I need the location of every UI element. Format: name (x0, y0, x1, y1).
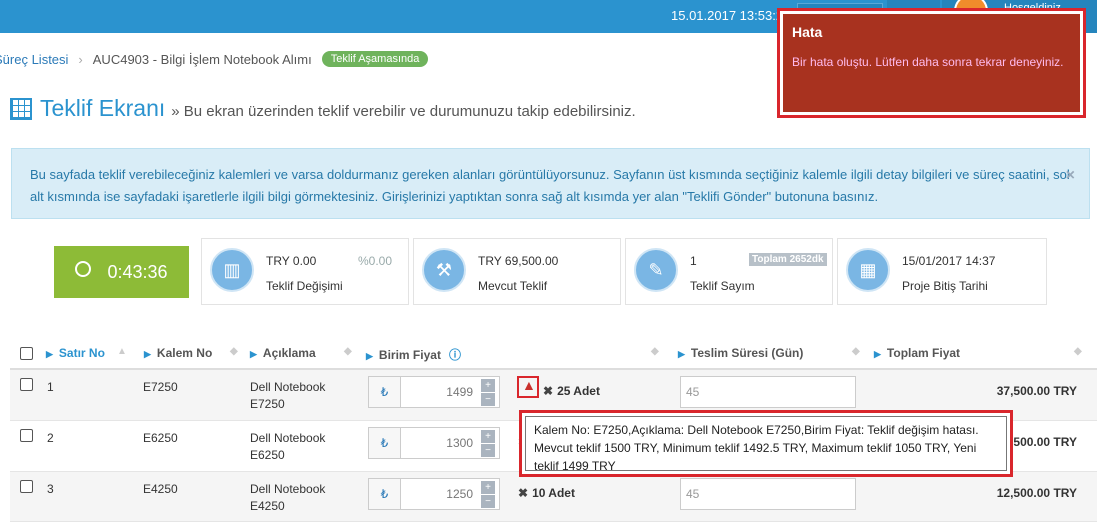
info-alert: Bu sayfada teklif verebileceğiniz kaleml… (11, 148, 1090, 219)
select-all-checkbox[interactable] (20, 347, 33, 360)
page-title: Teklif Ekranı (40, 95, 166, 121)
close-icon[interactable]: × (1066, 165, 1075, 187)
unit-price-value: 1250 (446, 487, 473, 501)
sort-asc-icon: ▲ (117, 346, 127, 357)
description: Dell Notebook (250, 482, 326, 496)
col-header-delivery[interactable]: ▶ Teslim Süresi (Gün) (678, 346, 803, 360)
lira-icon: ₺ (369, 428, 401, 458)
lira-icon: ₺ (369, 377, 401, 407)
sort-icon: ◆ (1074, 346, 1082, 357)
sort-icon: ◆ (651, 346, 659, 357)
unit-price-value: 1499 (446, 385, 473, 399)
table-header: ▶ Satır No ▲ ▶ Kalem No ◆ ▶ Açıklama ◆ ▶ Bir… (10, 336, 1097, 370)
total-price: 12,500.00 TRY (996, 486, 1077, 500)
col-header-item-no[interactable]: ▶ Kalem No (144, 346, 212, 360)
increment-button[interactable]: + (481, 379, 495, 392)
calculator-icon (10, 97, 32, 120)
stat-current-offer: ⚒ TRY 69,500.00 Mevcut Teklif (413, 238, 621, 305)
current-datetime: 15.01.2017 13:53:2 (671, 8, 784, 23)
quantity: ✖ 10 Adet (518, 486, 575, 500)
error-toast-title: Hata (792, 24, 823, 40)
stat-offer-count: ✎ 1 Toplam 2652dk Teklif Sayım (625, 238, 833, 305)
chevron-right-icon: › (78, 51, 83, 67)
error-toast-message: Bir hata oluştu. Lütfen daha sonra tekra… (792, 55, 1064, 69)
page-header: Teklif Ekranı » Bu ekran üzerinden tekli… (10, 95, 636, 122)
stat-label: Proje Bitiş Tarihi (902, 279, 988, 293)
stat-label: Mevcut Teklif (478, 279, 548, 293)
status-badge: Teklif Aşamasında (321, 51, 429, 67)
item-no: E7250 (143, 380, 178, 394)
sort-icon: ◆ (344, 346, 352, 357)
stat-offer-change: ▥ TRY 0.00 %0.00 Teklif Değişimi (201, 238, 409, 305)
unit-price-input[interactable]: ₺ 1499 + − (368, 376, 500, 408)
edit-icon: ✎ (634, 248, 678, 292)
description: Dell Notebook (250, 380, 326, 394)
delivery-days-input[interactable]: 45 (680, 376, 856, 408)
lira-icon: ₺ (369, 479, 401, 509)
unit-price-value: 1300 (446, 436, 473, 450)
sort-icon: ◆ (230, 346, 238, 357)
total-price: 7,500.00 TRY (1003, 435, 1077, 449)
col-header-total[interactable]: ▶ Toplam Fiyat (874, 346, 960, 360)
delivery-days-input[interactable]: 45 (680, 478, 856, 510)
info-alert-text: Bu sayfada teklif verebileceğiniz kaleml… (30, 167, 1070, 204)
stat-value: 1 (690, 254, 697, 268)
breadcrumb-current: AUC4903 - Bilgi İşlem Notebook Alımı (92, 51, 312, 67)
unit-price-input[interactable]: ₺ 1300 + − (368, 427, 500, 459)
error-toast-body: Hata Bir hata oluştu. Lütfen daha sonra … (783, 14, 1080, 112)
row-no: 3 (47, 482, 54, 496)
stat-label: Teklif Sayım (690, 279, 755, 293)
row-no: 1 (47, 380, 54, 394)
row-checkbox[interactable] (20, 429, 33, 442)
warning-icon[interactable]: ▲ (517, 376, 539, 398)
decrement-button[interactable]: − (481, 444, 495, 457)
sort-icon: ◆ (852, 346, 860, 357)
error-toast[interactable]: Hata Bir hata oluştu. Lütfen daha sonra … (777, 8, 1086, 118)
stat-value: TRY 69,500.00 (478, 254, 559, 268)
error-tooltip: Kalem No: E7250,Açıklama: Dell Notebook … (519, 410, 1013, 477)
quantity: ✖ 25 Adet (543, 384, 600, 398)
timer-value: 0:43:36 (107, 261, 168, 282)
description-line2: E6250 (250, 448, 285, 462)
decrement-button[interactable]: − (481, 393, 495, 406)
row-checkbox[interactable] (20, 480, 33, 493)
total-price: 37,500.00 TRY (996, 384, 1077, 398)
stat-value: TRY 0.00 (266, 254, 317, 268)
unit-price-input[interactable]: ₺ 1250 + − (368, 478, 500, 510)
info-icon: ⓘ (448, 348, 461, 362)
table-row: 3 E4250 Dell Notebook E4250 ₺ 1250 + − ✖… (10, 472, 1097, 522)
col-header-unit-price[interactable]: ▶ Birim Fiyat ⓘ (366, 346, 461, 363)
increment-button[interactable]: + (481, 430, 495, 443)
row-no: 2 (47, 431, 54, 445)
breadcrumb: Süreç Listesi › AUC4903 - Bilgi İşlem No… (0, 46, 429, 72)
error-tooltip-text: Kalem No: E7250,Açıklama: Dell Notebook … (525, 416, 1007, 473)
description: Dell Notebook (250, 431, 326, 445)
gavel-icon: ⚒ (422, 248, 466, 292)
clock-icon (75, 261, 92, 277)
process-timer: 0:43:36 (54, 246, 189, 298)
description-line2: E4250 (250, 499, 285, 513)
stat-percent: %0.00 (358, 254, 393, 268)
item-no: E6250 (143, 431, 178, 445)
col-header-description[interactable]: ▶ Açıklama (250, 346, 316, 360)
total-duration-badge: Toplam 2652dk (749, 253, 827, 266)
col-header-row-no[interactable]: ▶ Satır No (46, 346, 105, 360)
row-checkbox[interactable] (20, 378, 33, 391)
calendar-icon: ▦ (846, 248, 890, 292)
description-line2: E7250 (250, 397, 285, 411)
decrement-button[interactable]: − (481, 495, 495, 508)
stat-value: 15/01/2017 14:37 (902, 254, 996, 268)
page-subtitle: » Bu ekran üzerinden teklif verebilir ve… (171, 103, 636, 120)
stat-label: Teklif Değişimi (266, 279, 343, 293)
stat-project-end: ▦ 15/01/2017 14:37 Proje Bitiş Tarihi (837, 238, 1047, 305)
increment-button[interactable]: + (481, 481, 495, 494)
bar-chart-icon: ▥ (210, 248, 254, 292)
breadcrumb-process-list[interactable]: Süreç Listesi (0, 52, 68, 67)
item-no: E4250 (143, 482, 178, 496)
